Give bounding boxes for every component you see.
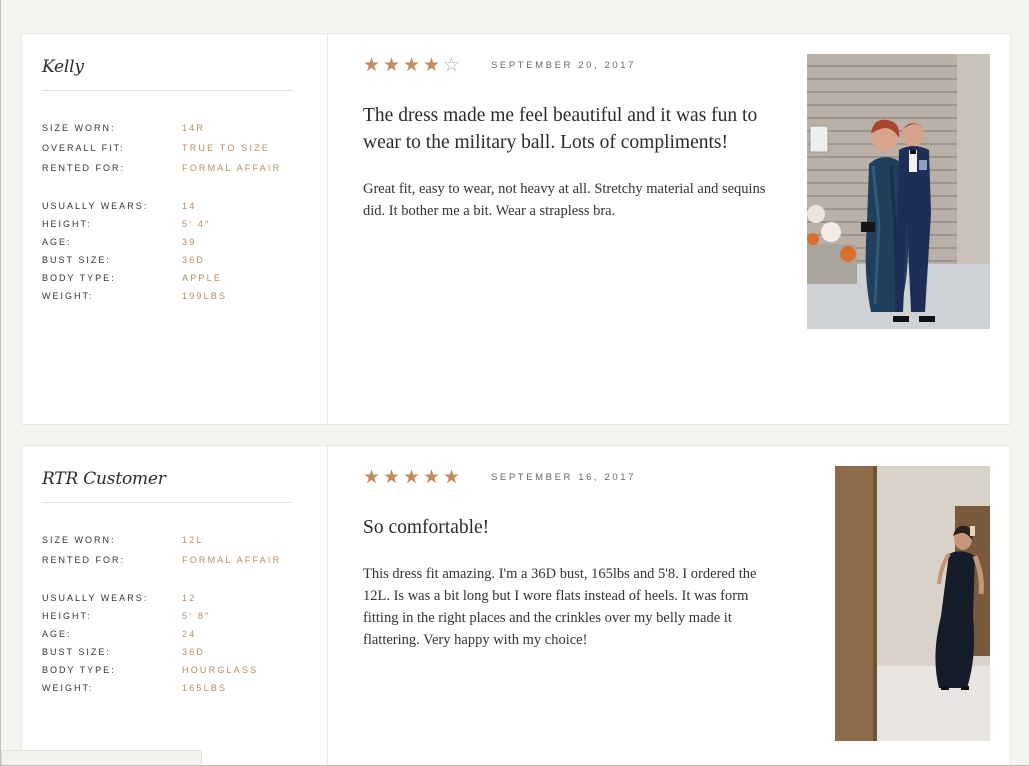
review-title: The dress made me feel beautiful and it … — [363, 105, 758, 153]
review-card: RTR Customer Size worn: 12L Rented for: … — [21, 445, 1011, 765]
stat-value: 199lbs — [182, 291, 228, 301]
reviewer-stats: Size worn: 14R Overall fit: True to size… — [42, 118, 322, 305]
stat-label: Weight: — [42, 291, 94, 301]
divider — [42, 502, 293, 503]
stat-overall-fit: Overall fit: True to size — [42, 138, 322, 158]
stat-label: Size worn: — [42, 123, 116, 133]
stat-label: Weight: — [42, 683, 94, 693]
reviewer-stats: Size worn: 12L Rented for: Formal affair… — [42, 530, 322, 697]
customer-photo[interactable] — [807, 54, 990, 329]
reviewer-name: RTR Customer — [42, 469, 166, 489]
stat-value: 12 — [182, 593, 197, 603]
stat-label: Body type: — [42, 665, 116, 675]
stat-label: Height: — [42, 611, 92, 621]
star-icon: ★ — [383, 466, 401, 488]
review-card: Kelly Size worn: 14R Overall fit: True t… — [21, 33, 1011, 425]
divider — [42, 90, 293, 91]
review-body: Great fit, easy to wear, not heavy at al… — [363, 181, 766, 219]
stat-age: Age: 39 — [42, 233, 322, 251]
customer-photo-image — [807, 54, 990, 329]
stat-label: Bust size: — [42, 647, 111, 657]
stat-weight: Weight: 165lbs — [42, 679, 322, 697]
stat-spacer — [42, 178, 322, 197]
stat-bust-size: Bust size: 36D — [42, 251, 322, 269]
star-icon: ★ — [443, 466, 461, 488]
review-body: This dress fit amazing. I'm a 36D bust, … — [363, 566, 757, 648]
review-content: ★ ★ ★ ★ ☆ September 20, 2017 The dress m… — [363, 54, 783, 222]
review-date: September 16, 2017 — [491, 471, 637, 483]
stat-label: Rented for: — [42, 163, 126, 173]
star-rating: ★ ★ ★ ★ ☆ — [363, 55, 463, 75]
stat-value: 24 — [182, 629, 197, 639]
stat-size-worn: Size worn: 12L — [42, 530, 322, 550]
stat-value: Formal affair — [182, 555, 282, 565]
stat-bust-size: Bust size: 36D — [42, 643, 322, 661]
stat-height: Height: 5' 4" — [42, 215, 322, 233]
stat-weight: Weight: 199lbs — [42, 287, 322, 305]
star-icon: ★ — [383, 54, 401, 76]
stat-body-type: Body type: Apple — [42, 269, 322, 287]
stat-label: Height: — [42, 219, 92, 229]
stat-value: True to size — [182, 143, 271, 153]
rating-row: ★ ★ ★ ★ ★ September 16, 2017 — [363, 466, 783, 488]
stat-value: 5' 8" — [182, 611, 211, 621]
stat-label: Overall fit: — [42, 143, 125, 153]
stat-value: 36D — [182, 647, 206, 657]
reviewer-name: Kelly — [42, 57, 84, 77]
stat-label: Size worn: — [42, 535, 116, 545]
stat-label: Age: — [42, 629, 72, 639]
star-outline-icon: ☆ — [443, 54, 461, 76]
customer-photo[interactable] — [835, 466, 990, 741]
star-icon: ★ — [363, 466, 381, 488]
stat-value: 12L — [182, 535, 204, 545]
stat-value: 14 — [182, 201, 197, 211]
bottom-panel-tab[interactable] — [1, 750, 202, 765]
stat-rented-for: Rented for: Formal affair — [42, 550, 322, 570]
stat-height: Height: 5' 8" — [42, 607, 322, 625]
stat-rented-for: Rented for: Formal affair — [42, 158, 322, 178]
star-icon: ★ — [363, 54, 381, 76]
stat-value: 165lbs — [182, 683, 228, 693]
stat-value: Hourglass — [182, 665, 259, 675]
stat-value: 36D — [182, 255, 206, 265]
review-title: So comfortable! — [363, 517, 490, 538]
reviews-page: Kelly Size worn: 14R Overall fit: True t… — [0, 0, 1029, 766]
customer-photo-image — [835, 466, 990, 741]
star-icon: ★ — [403, 54, 421, 76]
stat-label: Body type: — [42, 273, 116, 283]
stat-label: Usually wears: — [42, 593, 149, 603]
rating-row: ★ ★ ★ ★ ☆ September 20, 2017 — [363, 54, 783, 76]
stat-value: 5' 4" — [182, 219, 211, 229]
stat-age: Age: 24 — [42, 625, 322, 643]
star-icon: ★ — [423, 466, 441, 488]
star-rating: ★ ★ ★ ★ ★ — [363, 467, 463, 487]
stat-value: 14R — [182, 123, 206, 133]
stat-size-worn: Size worn: 14R — [42, 118, 322, 138]
stat-value: 39 — [182, 237, 197, 247]
reviewer-profile: Kelly Size worn: 14R Overall fit: True t… — [22, 34, 328, 424]
stat-label: Bust size: — [42, 255, 111, 265]
stat-value: Formal affair — [182, 163, 282, 173]
stat-label: Age: — [42, 237, 72, 247]
stat-label: Usually wears: — [42, 201, 149, 211]
stat-label: Rented for: — [42, 555, 126, 565]
stat-body-type: Body type: Hourglass — [42, 661, 322, 679]
review-date: September 20, 2017 — [491, 59, 637, 71]
stat-usually-wears: Usually wears: 12 — [42, 589, 322, 607]
star-icon: ★ — [423, 54, 441, 76]
stat-value: Apple — [182, 273, 223, 283]
stat-usually-wears: Usually wears: 14 — [42, 197, 322, 215]
stat-spacer — [42, 570, 322, 589]
reviewer-profile: RTR Customer Size worn: 12L Rented for: … — [22, 446, 328, 765]
review-content: ★ ★ ★ ★ ★ September 16, 2017 So comforta… — [363, 466, 783, 651]
star-icon: ★ — [403, 466, 421, 488]
